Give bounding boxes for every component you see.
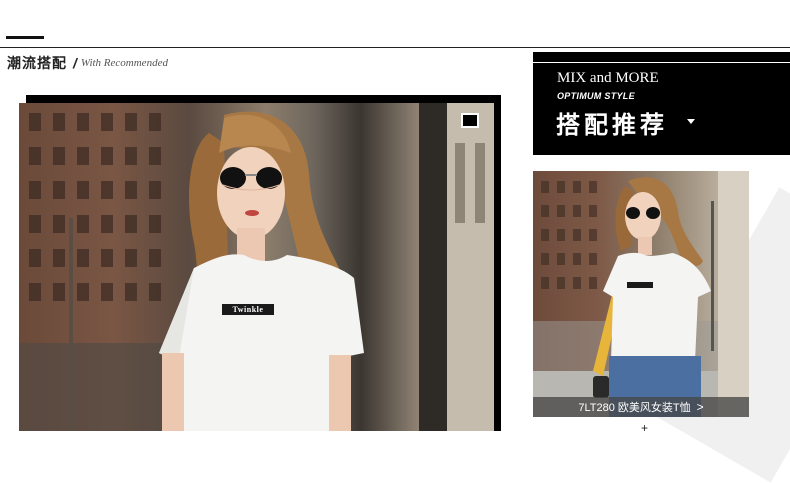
chevron-right-icon: >: [696, 400, 704, 414]
main-photo-illustration: [19, 103, 494, 431]
section-title-cn: 潮流搭配: [7, 55, 67, 71]
promo-title-cn: 搭配推荐: [556, 112, 668, 139]
section-title: 潮流搭配 / With Recommended: [7, 53, 168, 73]
product-caption[interactable]: 7LT280 欧美风女装T恤 >: [533, 397, 749, 417]
section-title-en: With Recommended: [80, 57, 168, 69]
promo-title-en: MIX and MORE: [557, 70, 659, 86]
product-thumbnail[interactable]: [533, 171, 749, 417]
more-plus-icon[interactable]: +: [641, 422, 648, 434]
product-thumbnail-illustration: [533, 171, 749, 417]
caret-down-icon: [687, 119, 695, 124]
product-caption-text: 7LT280 欧美风女装T恤: [578, 402, 691, 414]
shirt-logo-text: Twinkle: [232, 305, 264, 314]
promo-banner: MIX and MORE OPTIMUM STYLE 搭配推荐: [533, 52, 790, 155]
header-divider: [0, 47, 790, 48]
promo-top-line: [533, 62, 790, 63]
section-title-slash: /: [73, 55, 77, 71]
promo-subtitle: OPTIMUM STYLE: [557, 91, 635, 101]
fullscreen-icon[interactable]: [461, 113, 479, 128]
main-photo[interactable]: Twinkle: [19, 103, 494, 431]
header-accent-bar: [6, 36, 44, 39]
